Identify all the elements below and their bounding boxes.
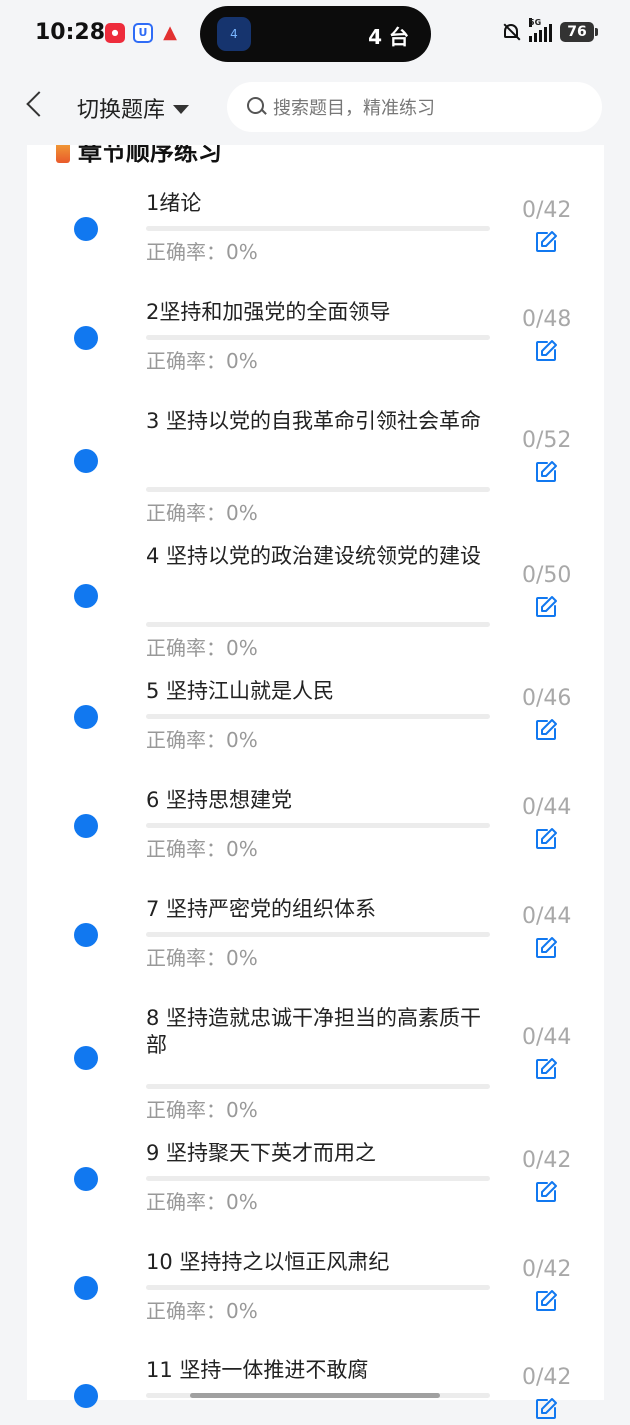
mute-bell-icon (501, 22, 521, 42)
accuracy-text: 正确率：0% (146, 728, 258, 752)
progress-bar (146, 226, 490, 231)
progress-bar (146, 622, 490, 627)
edit-icon[interactable] (534, 460, 558, 484)
chapter-dot (74, 923, 98, 947)
flame-icon (56, 145, 70, 163)
question-count: 0/46 (522, 686, 572, 711)
dynamic-island[interactable]: 4 4 台 (200, 6, 431, 62)
question-count: 0/48 (522, 307, 572, 332)
chapter-dot (74, 449, 98, 473)
chapter-title: 7 坚持严密党的组织体系 (146, 897, 377, 921)
notification-app-icon: ▲ (163, 22, 177, 43)
question-count: 0/50 (522, 563, 572, 588)
question-count: 0/42 (522, 1365, 572, 1390)
progress-bar (146, 1285, 490, 1290)
chapter-title: 10 坚持持之以恒正风肃纪 (146, 1250, 390, 1274)
question-count: 0/44 (522, 1025, 572, 1050)
edit-icon[interactable] (534, 1397, 558, 1421)
chapter-dot (74, 705, 98, 729)
status-bar: 10:28 ● U ▲ 4 4 台 5G 76 (0, 0, 630, 70)
edit-icon[interactable] (534, 827, 558, 851)
chapter-title: 9 坚持聚天下英才而用之 (146, 1141, 377, 1165)
progress-bar (146, 335, 490, 340)
chapter-dot (74, 1384, 98, 1408)
chapter-title: 1绪论 (146, 191, 202, 215)
section-header: 章节顺序练习 (0, 145, 630, 185)
edit-icon[interactable] (534, 339, 558, 363)
question-count: 0/42 (522, 1148, 572, 1173)
home-indicator[interactable] (190, 1393, 440, 1398)
chapter-dot (74, 1276, 98, 1300)
chapter-title: 8 坚持造就忠诚干净担当的高素质干部 (146, 1006, 482, 1057)
question-count: 0/44 (522, 904, 572, 929)
chapter-title: 6 坚持思想建党 (146, 788, 293, 812)
switch-bank-label: 切换题库 (77, 98, 166, 123)
section-title: 章节顺序练习 (78, 145, 222, 166)
question-count: 0/44 (522, 795, 572, 820)
edit-icon[interactable] (534, 1057, 558, 1081)
signal-icon: 5G (529, 18, 552, 42)
search-icon (247, 97, 267, 117)
notification-app-icon: U (133, 23, 153, 43)
accuracy-text: 正确率：0% (146, 240, 258, 264)
edit-icon[interactable] (534, 230, 558, 254)
progress-bar (146, 487, 490, 492)
status-indicators: 5G 76 (501, 18, 598, 42)
back-arrow-icon[interactable] (26, 91, 52, 117)
progress-bar (146, 932, 490, 937)
chapter-title: 11 坚持一体推进不敢腐 (146, 1358, 369, 1382)
chapter-title: 5 坚持江山就是人民 (146, 679, 335, 703)
accuracy-text: 正确率：0% (146, 1299, 258, 1323)
chapter-dot (74, 1046, 98, 1070)
accuracy-text: 正确率：0% (146, 946, 258, 970)
progress-bar (146, 823, 490, 828)
chapter-dot (74, 814, 98, 838)
edit-icon[interactable] (534, 1289, 558, 1313)
notification-app-icon: ● (105, 23, 125, 43)
question-count: 0/42 (522, 1257, 572, 1282)
chapter-dot (74, 584, 98, 608)
progress-bar (146, 1176, 490, 1181)
island-text: 4 台 (368, 25, 409, 49)
chapter-title: 4 坚持以党的政治建设统领党的建设 (146, 544, 482, 568)
nav-bar: 切换题库 搜索题目，精准练习 (0, 70, 630, 145)
accuracy-text: 正确率：0% (146, 349, 258, 373)
battery-icon: 76 (560, 22, 598, 42)
chapter-title: 2坚持和加强党的全面领导 (146, 300, 391, 324)
chapter-dot (74, 326, 98, 350)
broadcast-icon: 4 (217, 17, 251, 51)
status-time: 10:28 (35, 20, 106, 45)
progress-bar (146, 714, 490, 719)
edit-icon[interactable] (534, 936, 558, 960)
search-placeholder: 搜索题目，精准练习 (273, 98, 435, 119)
accuracy-text: 正确率：0% (146, 1098, 258, 1122)
chapter-title: 3 坚持以党的自我革命引领社会革命 (146, 409, 482, 433)
search-input[interactable]: 搜索题目，精准练习 (227, 82, 602, 132)
accuracy-text: 正确率：0% (146, 501, 258, 525)
chapter-dot (74, 1167, 98, 1191)
accuracy-text: 正确率：0% (146, 837, 258, 861)
accuracy-text: 正确率：0% (146, 1190, 258, 1214)
edit-icon[interactable] (534, 1180, 558, 1204)
edit-icon[interactable] (534, 718, 558, 742)
chapter-dot (74, 217, 98, 241)
switch-bank-dropdown[interactable]: 切换题库 (77, 92, 190, 124)
question-count: 0/52 (522, 428, 572, 453)
chapter-card (27, 145, 604, 1400)
progress-bar (146, 1084, 490, 1089)
accuracy-text: 正确率：0% (146, 636, 258, 660)
edit-icon[interactable] (534, 595, 558, 619)
question-count: 0/42 (522, 198, 572, 223)
caret-down-icon (173, 104, 190, 114)
